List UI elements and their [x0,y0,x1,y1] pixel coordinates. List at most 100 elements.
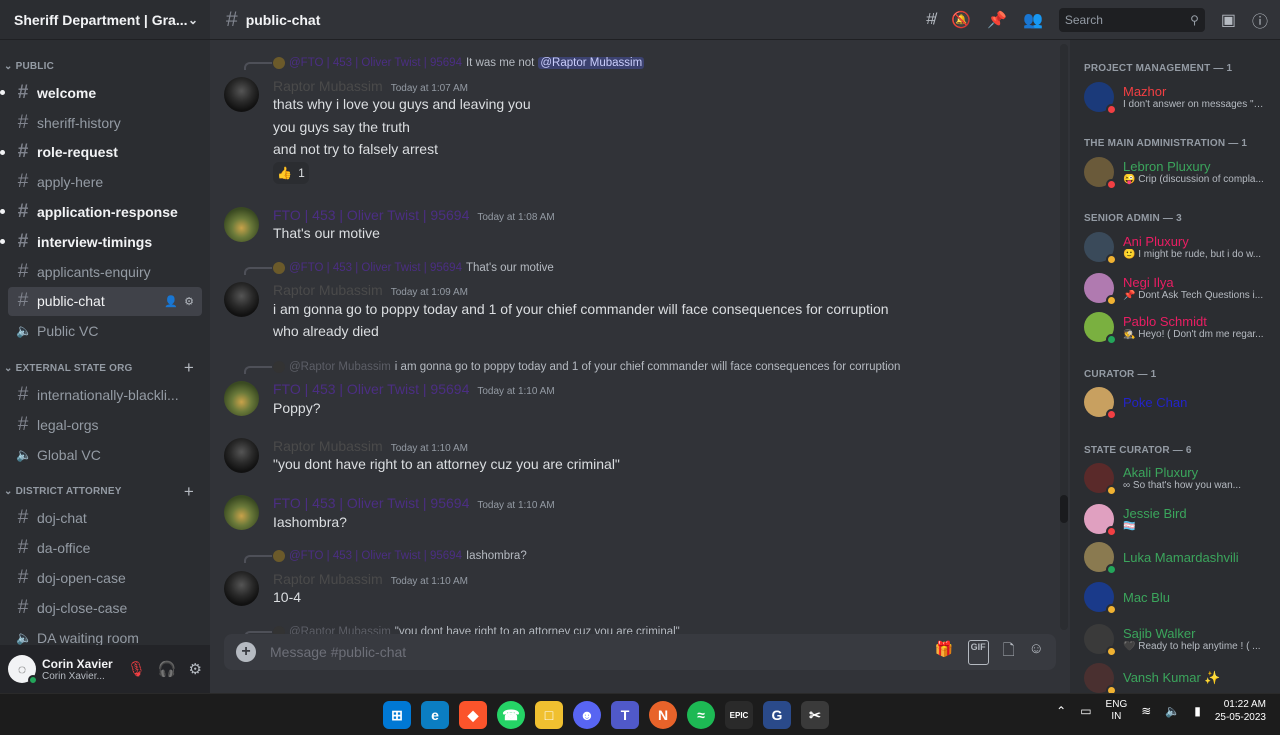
member-item[interactable]: Poke Chan [1084,384,1274,420]
chat-scrollbar[interactable] [1060,44,1068,630]
channel-internationally-blacklisted[interactable]: # internationally-blackli... [8,380,202,410]
edge-icon[interactable]: e [421,701,449,729]
invite-icon[interactable]: 👤 [164,295,178,308]
message-input[interactable]: Message #public-chat [270,644,935,660]
volume-icon[interactable]: 🔈 [1165,704,1180,718]
channel-doj-close-case[interactable]: # doj-close-case [8,593,202,623]
avatar [273,550,285,562]
member-list-icon[interactable]: 👥 [1023,10,1043,30]
member-item[interactable]: Ani Pluxury 🙂 I might be rude, but i do w… [1084,229,1274,265]
clock[interactable]: 01:22 AM 25-05-2023 [1215,698,1266,724]
channel-legal-orgs[interactable]: # legal-orgs [8,410,202,440]
tablet-icon[interactable]: ▭ [1080,704,1091,718]
avatar[interactable] [224,495,259,530]
channel-sheriff-history[interactable]: # sheriff-history [8,108,202,138]
reply-preview[interactable]: @FTO | 453 | Oliver Twist | 95694 Iashom… [273,550,527,562]
category-public[interactable]: ⌄ PUBLIC [0,54,210,78]
channel-global-vc[interactable]: 🔈 Global VC [8,440,202,470]
app-g-icon[interactable]: G [763,701,791,729]
headphones-icon[interactable]: 🎧 [158,660,177,678]
teams-icon[interactable]: T [611,701,639,729]
speaker-icon: 🔈 [16,629,33,645]
category-external-state-org[interactable]: ⌄ EXTERNAL STATE ORG + [0,356,210,380]
avatar[interactable] [224,571,259,606]
emoji-icon[interactable]: ☺ [1029,640,1044,665]
channel-doj-chat[interactable]: # doj-chat [8,504,202,534]
channel-welcome[interactable]: # welcome [0,78,202,108]
member-item[interactable]: Negi Ilya 📌 Dont Ask Tech Questions i... [1084,270,1274,306]
gif-icon[interactable]: GIF [967,639,989,665]
message-author[interactable]: Raptor Mubassim [273,438,383,454]
user-mention[interactable]: @Raptor Mubassim [538,57,645,69]
unread-dot [0,90,5,95]
channel-public-chat[interactable]: # public-chat 👤 ⚙ [8,286,202,317]
sticker-icon[interactable]: 🗋 [1003,640,1015,665]
channel-apply-here[interactable]: # apply-here [8,167,202,197]
channel-doj-open-case[interactable]: # doj-open-case [8,563,202,593]
search-input[interactable]: Search ⚲ [1058,7,1205,32]
channel-role-request[interactable]: # role-request [0,138,202,168]
member-item[interactable]: Akali Pluxury ∞ So that's how you wan... [1084,460,1274,496]
member-item[interactable]: Vansh Kumar ✨ [1084,660,1274,693]
member-item[interactable]: Pablo Schmidt 🕵 Heyo! ( Don't dm me regar… [1084,309,1274,345]
message-author[interactable]: FTO | 453 | Oliver Twist | 95694 [273,207,469,223]
app-n-icon[interactable]: N [649,701,677,729]
server-header[interactable]: Sheriff Department | Gra... ⌄ [0,0,210,40]
reaction-thumbs-up[interactable]: 👍 1 [273,162,309,184]
reply-preview[interactable]: @FTO | 453 | Oliver Twist | 95694 It was… [273,57,645,69]
avatar[interactable] [224,381,259,416]
reply-preview[interactable]: @FTO | 453 | Oliver Twist | 95694 That's… [273,262,554,274]
category-district-attorney[interactable]: ⌄ DISTRICT ATTORNEY + [0,480,210,504]
discord-icon[interactable]: ☻ [573,701,601,729]
avatar[interactable]: ◌ [8,655,38,685]
gear-icon[interactable]: ⚙ [184,295,194,308]
member-item[interactable]: Lebron Pluxury 😜 Crip (discussion of comp… [1084,154,1274,190]
notification-bell-muted-icon[interactable]: 🔕 [951,10,971,30]
avatar[interactable] [224,77,259,112]
wifi-icon[interactable]: ≋ [1141,704,1151,718]
reply-preview[interactable]: @Raptor Mubassim i am gonna go to poppy … [273,361,900,373]
channel-da-waiting-room[interactable]: 🔈 DA waiting room [8,623,202,645]
snipping-tool-icon[interactable]: ✂ [801,701,829,729]
spotify-icon[interactable]: ≈ [687,701,715,729]
message-author[interactable]: FTO | 453 | Oliver Twist | 95694 [273,381,469,397]
channel-interview-timings[interactable]: # interview-timings [0,227,202,257]
windows-start-icon[interactable]: ⊞ [383,701,411,729]
help-icon[interactable]: ⓘ [1252,8,1268,32]
member-item[interactable]: Jessie Bird 🏳️‍⚧️ [1084,501,1274,537]
gift-icon[interactable]: 🎁 [935,640,954,665]
member-item[interactable]: Sajib Walker 🖤 Ready to help anytime ! ( … [1084,621,1274,657]
member-item[interactable]: Luka Mamardashvili [1084,539,1274,575]
language-indicator[interactable]: ENG IN [1106,699,1128,723]
pin-icon[interactable]: 📌 [987,10,1007,30]
channel-applicants-enquiry[interactable]: # applicants-enquiry [8,257,202,287]
message-author[interactable]: Raptor Mubassim [273,78,383,94]
message-author[interactable]: Raptor Mubassim [273,571,383,587]
add-channel-icon[interactable]: + [184,358,194,378]
avatar[interactable] [224,207,259,242]
chat-scrollbar-thumb[interactable] [1060,495,1068,523]
epic-games-icon[interactable]: EPIC [725,701,753,729]
member-item[interactable]: Mac Blu [1084,579,1274,615]
message-author[interactable]: Raptor Mubassim [273,282,383,298]
threads-icon[interactable]: #̸ [926,11,935,29]
channel-da-office[interactable]: # da-office [8,533,202,563]
channel-application-response[interactable]: # application-response [0,197,202,227]
brave-icon[interactable]: ◆ [459,701,487,729]
file-explorer-icon[interactable]: □ [535,701,563,729]
add-channel-icon[interactable]: + [184,482,194,502]
inbox-icon[interactable]: ▣ [1221,10,1236,30]
message-author[interactable]: FTO | 453 | Oliver Twist | 95694 [273,495,469,511]
chevron-up-icon[interactable]: ⌃ [1056,704,1066,718]
avatar[interactable] [224,438,259,473]
message-timestamp: Today at 1:10 AM [477,386,555,397]
member-item[interactable]: Mazhor I don't answer on messages "H... [1084,79,1274,115]
attach-plus-icon[interactable]: + [236,642,256,662]
channel-public-vc[interactable]: 🔈 Public VC [8,316,202,346]
avatar[interactable] [224,282,259,317]
gear-icon[interactable]: ⚙ [189,660,202,678]
whatsapp-icon[interactable]: ☎ [497,701,525,729]
avatar [1084,504,1117,537]
battery-icon[interactable]: ▮ [1194,704,1201,718]
mute-mic-icon[interactable]: 🎙 [127,660,146,678]
